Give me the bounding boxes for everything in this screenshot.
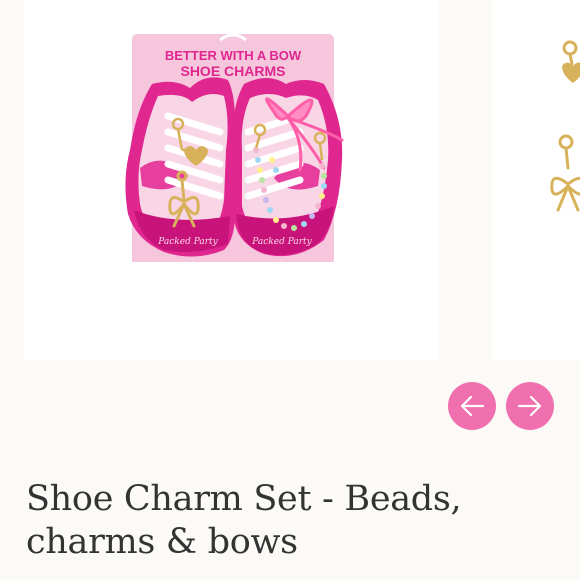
heart-charm-closeup	[562, 62, 580, 83]
brand-mark-right: Packed Party	[251, 237, 312, 247]
arrow-right-icon	[517, 395, 542, 417]
brand-mark-left: Packed Party	[157, 237, 218, 247]
package-headline: BETTER WITH A BOW	[165, 48, 302, 63]
previous-image-button[interactable]	[448, 382, 496, 430]
product-image-main[interactable]: BETTER WITH A BOW SHOE CHARMS Packed Par…	[24, 0, 438, 360]
right-shoe	[233, 78, 344, 257]
product-image-next-peek[interactable]	[492, 0, 580, 360]
charm-closeup-image	[550, 40, 580, 212]
product-package-image: BETTER WITH A BOW SHOE CHARMS Packed Par…	[125, 33, 344, 262]
product-title: Shoe Charm Set - Beads, charms & bows	[26, 479, 462, 562]
arrow-left-icon	[460, 395, 485, 417]
product-image-carousel[interactable]: BETTER WITH A BOW SHOE CHARMS Packed Par…	[0, 0, 580, 368]
bow-charm-closeup	[550, 176, 580, 212]
next-image-button[interactable]	[506, 382, 554, 430]
package-subheadline: SHOE CHARMS	[180, 63, 285, 79]
